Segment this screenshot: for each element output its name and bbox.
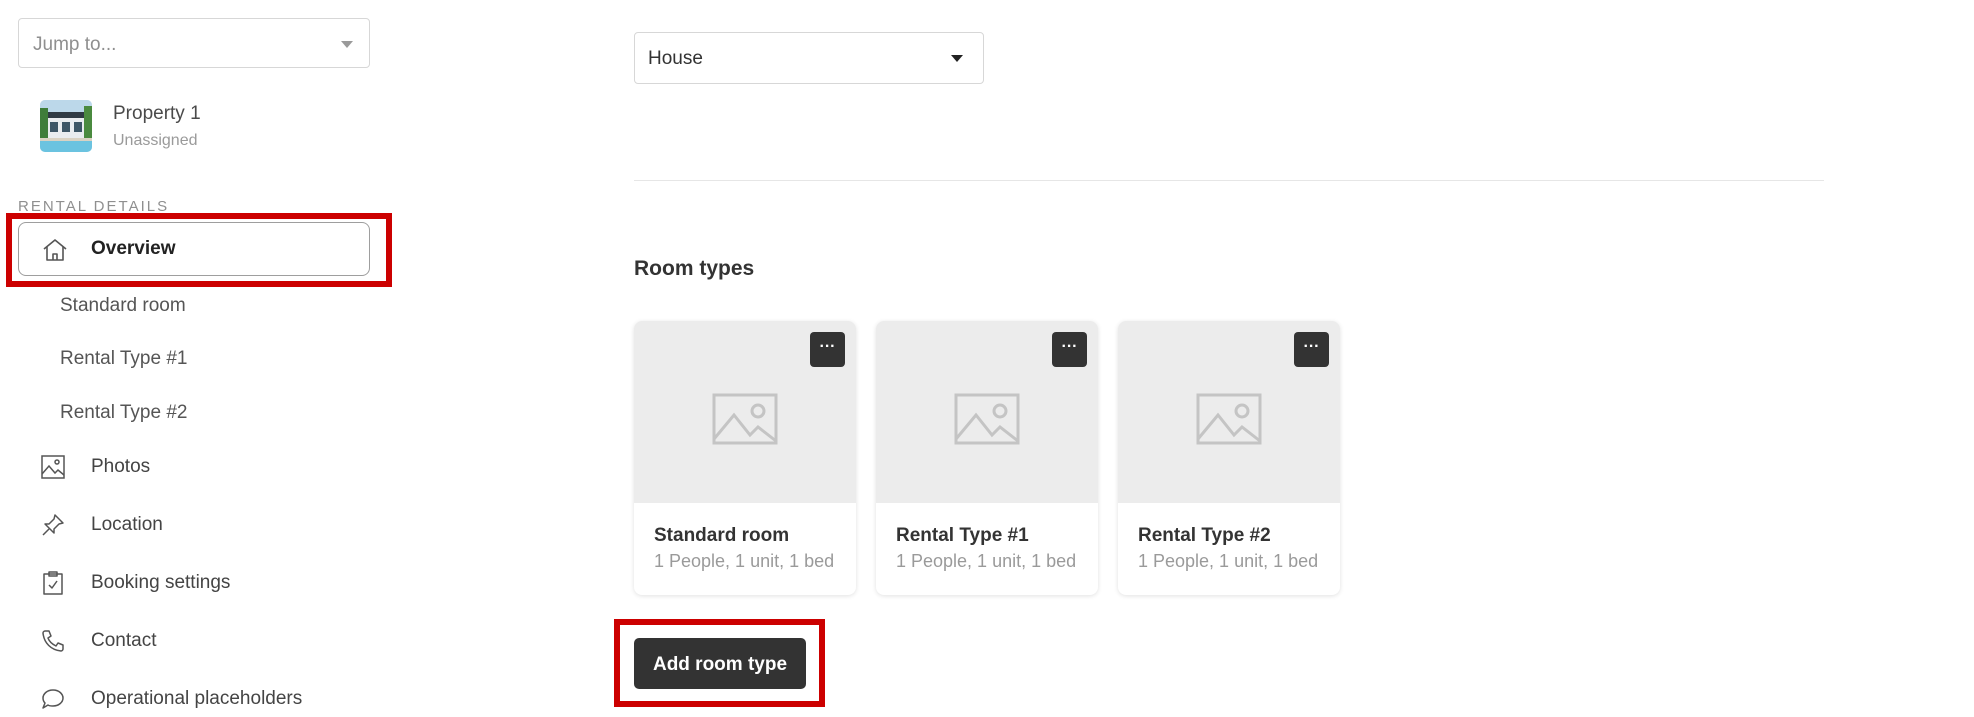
room-card-standard-room[interactable]: ··· Standard room 1 People, 1 unit, 1 be… [634,321,856,595]
sidebar-item-location-label: Location [91,514,163,535]
more-options-button[interactable]: ··· [810,332,845,367]
room-types-title: Room types [634,257,755,280]
image-placeholder-icon [1196,393,1262,445]
sidebar-subitem-standard-room[interactable]: Standard room [60,295,186,317]
pin-icon [40,512,66,543]
room-card-description: 1 People, 1 unit, 1 bed [1138,551,1319,571]
sidebar-item-operational-placeholders-label: Operational placeholders [91,688,303,709]
jump-to-placeholder: Jump to... [33,34,117,55]
image-icon [40,454,66,485]
chevron-down-icon [341,41,353,48]
clipboard-check-icon [40,570,66,601]
sidebar-item-photos-label: Photos [91,456,151,477]
property-type-value: House [648,48,703,69]
highlight-box-add-room-type [614,619,825,707]
highlight-box-overview [6,213,392,287]
room-card-description: 1 People, 1 unit, 1 bed [654,551,835,571]
image-placeholder-icon [954,393,1020,445]
chat-bubble-icon [40,686,66,717]
room-card-rental-type-1[interactable]: ··· Rental Type #1 1 People, 1 unit, 1 b… [876,321,1098,595]
caret-down-icon [951,55,963,62]
more-options-button[interactable]: ··· [1052,332,1087,367]
room-card-title: Rental Type #2 [1138,525,1271,546]
sidebar-item-contact-label: Contact [91,630,157,651]
jump-to-select[interactable]: Jump to... [18,18,370,68]
section-divider [634,180,1824,181]
room-card-description: 1 People, 1 unit, 1 bed [896,551,1077,571]
sidebar-subitem-rental-type-2[interactable]: Rental Type #2 [60,402,187,424]
room-card-title: Rental Type #1 [896,525,1029,546]
room-card-rental-type-2[interactable]: ··· Rental Type #2 1 People, 1 unit, 1 b… [1118,321,1340,595]
room-card-title: Standard room [654,525,790,546]
sidebar-item-booking-settings-label: Booking settings [91,572,231,593]
property-thumbnail [40,100,92,152]
property-type-select[interactable]: House [634,32,984,84]
property-status: Unassigned [113,132,198,149]
phone-icon [40,628,66,659]
property-name[interactable]: Property 1 [113,103,201,125]
more-options-button[interactable]: ··· [1294,332,1329,367]
image-placeholder-icon [712,393,778,445]
sidebar-subitem-rental-type-1[interactable]: Rental Type #1 [60,348,187,370]
